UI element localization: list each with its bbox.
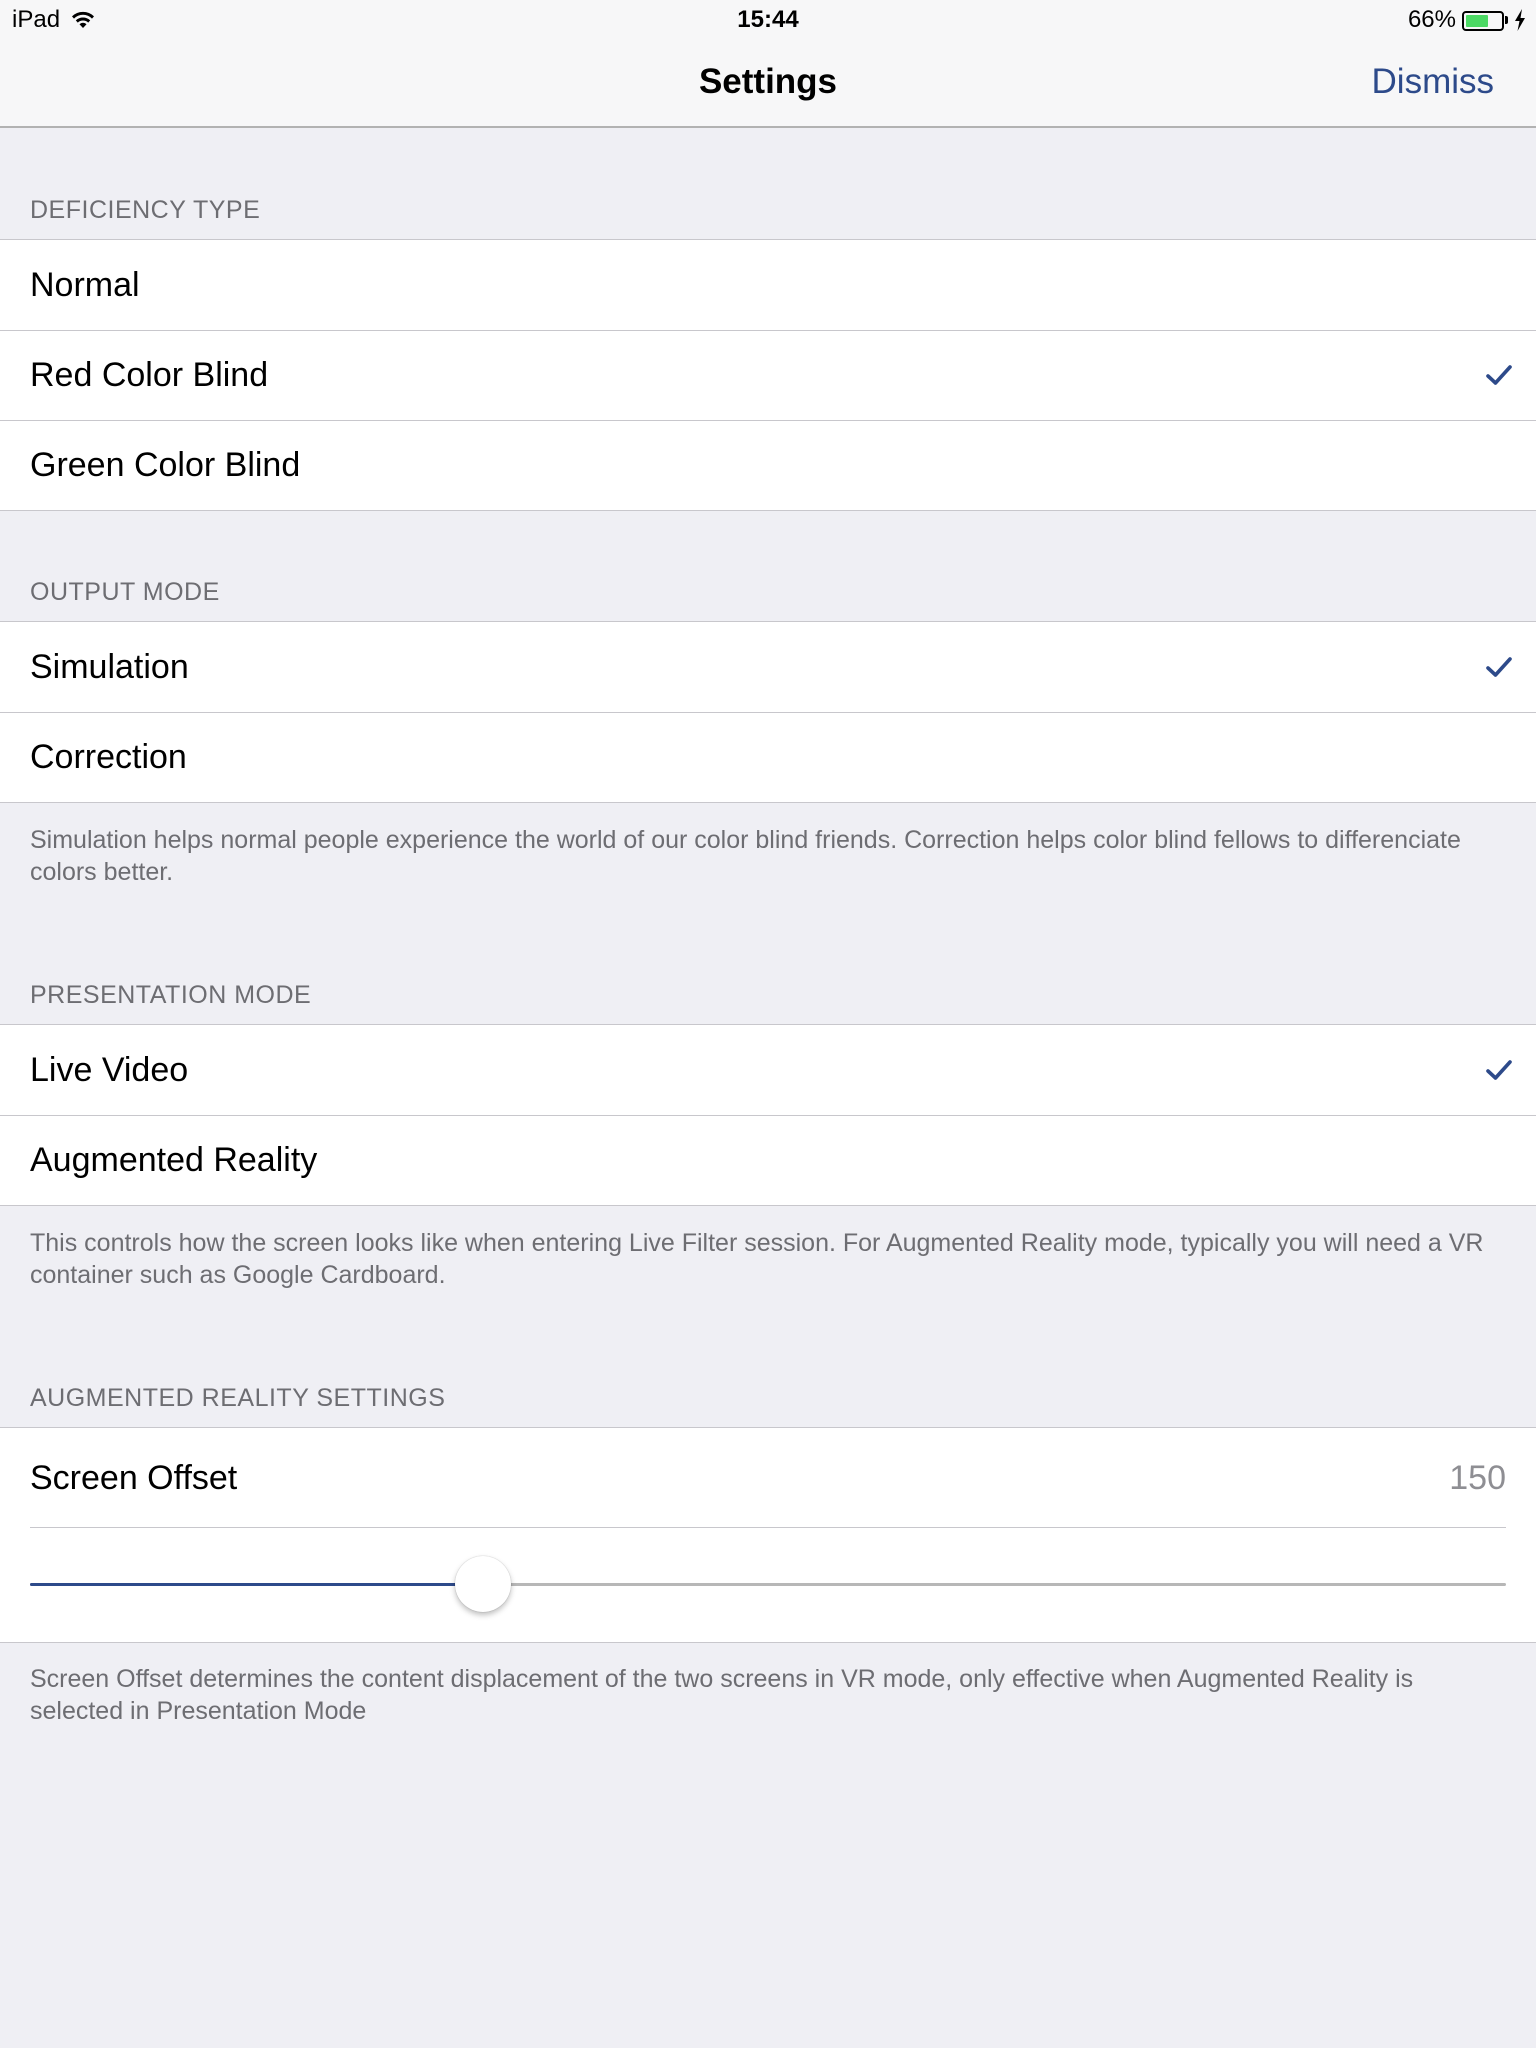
presentation-mode-group: Live Video Augmented Reality — [0, 1024, 1536, 1206]
status-time: 15:44 — [737, 6, 799, 33]
screen-offset-value: 150 — [1449, 1459, 1506, 1497]
screen-offset-slider[interactable] — [30, 1556, 1506, 1612]
battery-tip — [1505, 16, 1508, 24]
option-label: Green Color Blind — [30, 446, 301, 484]
option-red-color-blind[interactable]: Red Color Blind — [0, 330, 1536, 420]
section-header-presentation-mode: PRESENTATION MODE — [30, 981, 312, 1009]
option-correction[interactable]: Correction — [0, 712, 1536, 802]
presentation-mode-footer: This controls how the screen looks like … — [30, 1229, 1484, 1289]
section-header-augmented-reality-settings: AUGMENTED REALITY SETTINGS — [30, 1384, 446, 1412]
output-mode-footer: Simulation helps normal people experienc… — [30, 826, 1461, 886]
page-title: Settings — [698, 62, 838, 101]
option-label: Live Video — [30, 1051, 189, 1089]
option-simulation[interactable]: Simulation — [0, 622, 1536, 712]
battery-percent: 66% — [1407, 6, 1456, 33]
option-label: Correction — [30, 738, 187, 776]
checkmark-icon — [1486, 365, 1512, 385]
charging-bolt-icon — [1515, 9, 1525, 31]
battery-level — [1466, 14, 1489, 27]
status-right: 66% — [1408, 6, 1526, 34]
option-label: Augmented Reality — [30, 1141, 318, 1179]
dismiss-button[interactable]: Dismiss — [1372, 62, 1494, 102]
slider-thumb[interactable] — [455, 1556, 512, 1612]
deficiency-type-group: Normal Red Color Blind Green Color Blind — [0, 239, 1536, 511]
section-header-output-mode: OUTPUT MODE — [30, 578, 220, 606]
option-augmented-reality[interactable]: Augmented Reality — [0, 1115, 1536, 1205]
output-mode-group: Simulation Correction — [0, 621, 1536, 803]
option-normal[interactable]: Normal — [0, 240, 1536, 330]
option-live-video[interactable]: Live Video — [0, 1025, 1536, 1115]
option-label: Simulation — [30, 648, 189, 686]
checkmark-icon — [1486, 1060, 1512, 1080]
section-header-deficiency-type: DEFICIENCY TYPE — [30, 196, 261, 224]
screen-offset-row: Screen Offset 150 — [0, 1428, 1536, 1528]
augmented-reality-settings-group: Screen Offset 150 — [0, 1427, 1536, 1643]
checkmark-icon — [1486, 657, 1512, 677]
battery-icon — [1462, 10, 1504, 31]
screen-offset-slider-row — [0, 1528, 1536, 1642]
slider-fill — [30, 1583, 484, 1586]
augmented-reality-footer: Screen Offset determines the content dis… — [30, 1665, 1414, 1725]
option-label: Normal — [30, 266, 140, 304]
screen-offset-label: Screen Offset — [30, 1459, 238, 1497]
option-green-color-blind[interactable]: Green Color Blind — [0, 420, 1536, 510]
navigation-bar: Settings Dismiss — [0, 40, 1536, 128]
option-label: Red Color Blind — [30, 356, 269, 394]
status-bar: iPad 15:44 66% — [0, 0, 1536, 40]
